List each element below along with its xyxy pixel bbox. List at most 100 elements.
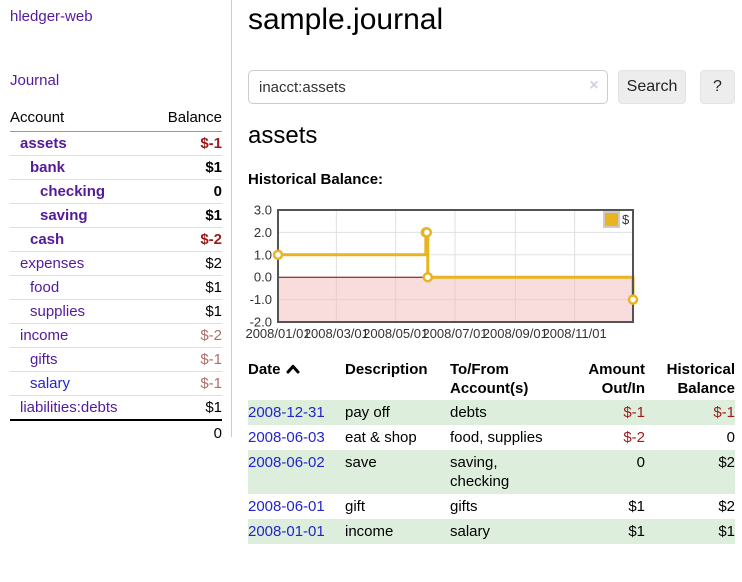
account-balance: $-1 <box>151 348 222 372</box>
register-header-accounts: To/From Account(s) <box>450 358 560 400</box>
account-row: salary $-1 <box>10 372 222 396</box>
account-link-food[interactable]: food <box>30 279 59 296</box>
account-row: saving $1 <box>10 204 222 228</box>
register-header-date-label: Date <box>248 361 281 378</box>
account-row: income $-2 <box>10 324 222 348</box>
account-link-assets[interactable]: assets <box>20 135 67 152</box>
transaction-balance: 0 <box>645 425 735 450</box>
sidebar-item-journal[interactable]: Journal <box>10 72 222 89</box>
transaction-amount: 0 <box>560 450 645 494</box>
account-balance: $1 <box>151 204 222 228</box>
transaction-description: pay off <box>345 400 450 425</box>
account-link-bank[interactable]: bank <box>30 159 65 176</box>
register-row: 2008-06-01giftgifts$1$2 <box>248 494 735 519</box>
transaction-date-link[interactable]: 2008-06-02 <box>248 454 325 471</box>
search-bar: × Search ? <box>248 70 735 104</box>
transaction-date-link[interactable]: 2008-06-01 <box>248 498 325 515</box>
transaction-description: eat & shop <box>345 425 450 450</box>
svg-text:0.0: 0.0 <box>254 270 272 285</box>
register-row: 2008-01-01incomesalary$1$1 <box>248 519 735 544</box>
account-link-gifts[interactable]: gifts <box>30 351 58 368</box>
svg-text:2008/07/01: 2008/07/01 <box>422 326 487 341</box>
transaction-description: save <box>345 450 450 494</box>
account-balance: $-2 <box>151 228 222 252</box>
transaction-date-link[interactable]: 2008-06-03 <box>248 429 325 446</box>
legend-swatch <box>604 212 619 227</box>
account-link-supplies[interactable]: supplies <box>30 303 85 320</box>
svg-text:1.0: 1.0 <box>254 247 272 262</box>
register-header-row: Date Description To/From Account(s) Amou… <box>248 358 735 400</box>
accounts-table: Account Balance assets$-1bank$1checking0… <box>10 106 222 445</box>
account-balance: 0 <box>151 180 222 204</box>
register-row: 2008-06-03 eat & shopfood, supplies$-20 <box>248 425 735 450</box>
search-button[interactable]: Search <box>618 70 686 104</box>
account-balance: $-2 <box>151 324 222 348</box>
help-button[interactable]: ? <box>700 70 735 104</box>
svg-text:2008/11/01: 2008/11/01 <box>543 326 607 341</box>
svg-text:2.0: 2.0 <box>254 225 272 240</box>
register-row: 2008-06-02 savesaving, checking0$2 <box>248 450 735 494</box>
account-link-salary[interactable]: salary <box>30 375 70 392</box>
transaction-balance: $2 <box>645 494 735 519</box>
transaction-date-link[interactable]: 2008-01-01 <box>248 523 325 540</box>
account-balance: $2 <box>151 252 222 276</box>
account-row: checking 0 <box>10 180 222 204</box>
svg-text:2008/01/01: 2008/01/01 <box>245 326 310 341</box>
accounts-total-balance: 0 <box>151 420 222 445</box>
register-header-date: Date <box>248 358 345 400</box>
transaction-balance: $-1 <box>645 400 735 425</box>
accounts-header-account: Account <box>10 106 151 132</box>
account-row: expenses $2 <box>10 252 222 276</box>
transaction-balance: $1 <box>645 519 735 544</box>
transaction-accounts: salary <box>450 519 560 544</box>
account-row: cash $-2 <box>10 228 222 252</box>
sidebar: hledger-web Journal Account Balance asse… <box>0 0 232 437</box>
transaction-date-link[interactable]: 2008-12-31 <box>248 404 325 421</box>
svg-text:2008/09/01: 2008/09/01 <box>483 326 548 341</box>
transaction-accounts: gifts <box>450 494 560 519</box>
sort-ascending-icon <box>286 364 300 374</box>
transaction-description: income <box>345 519 450 544</box>
svg-text:2008/05/01: 2008/05/01 <box>363 326 428 341</box>
search-input[interactable] <box>248 70 608 104</box>
account-link-expenses[interactable]: expenses <box>20 255 84 272</box>
transaction-amount: $-2 <box>560 425 645 450</box>
account-row: assets$-1 <box>10 132 222 156</box>
register-row: 2008-12-31pay offdebts$-1$-1 <box>248 400 735 425</box>
chart-title: Historical Balance: <box>248 171 383 188</box>
register-header-description: Description <box>345 358 450 400</box>
account-row: food $1 <box>10 276 222 300</box>
register-header-amount: Amount Out/In <box>560 358 645 400</box>
account-row: bank $1 <box>10 156 222 180</box>
account-balance: $1 <box>151 276 222 300</box>
historical-balance-chart: $3.02.01.00.0-1.0-2.02008/01/012008/03/0… <box>248 204 714 344</box>
account-page-title: assets <box>248 122 317 150</box>
clear-search-icon[interactable]: × <box>584 77 604 95</box>
page-title: sample.journal <box>248 3 443 37</box>
account-link-cash[interactable]: cash <box>30 231 64 248</box>
account-balance: $1 <box>151 156 222 180</box>
account-balance: $1 <box>151 300 222 324</box>
svg-text:3.0: 3.0 <box>254 203 272 218</box>
transaction-description: gift <box>345 494 450 519</box>
transaction-amount: $-1 <box>560 400 645 425</box>
main-content: sample.journal × Search ? assets Histori… <box>248 0 735 582</box>
transaction-accounts: food, supplies <box>450 425 560 450</box>
account-balance: $-1 <box>151 372 222 396</box>
legend-label: $ <box>622 212 630 227</box>
accounts-total-row: 0 <box>10 420 222 445</box>
register-header-balance: Historical Balance <box>645 358 735 400</box>
account-row: liabilities:debts $1 <box>10 396 222 421</box>
transaction-accounts: debts <box>450 400 560 425</box>
account-link-income[interactable]: income <box>20 327 68 344</box>
account-balance: $1 <box>151 396 222 421</box>
account-link-saving[interactable]: saving <box>40 207 88 224</box>
transaction-accounts: saving, checking <box>450 450 560 494</box>
app-brand-link[interactable]: hledger-web <box>10 8 222 25</box>
accounts-header-balance: Balance <box>151 106 222 132</box>
svg-text:2008/03/01: 2008/03/01 <box>304 326 369 341</box>
transaction-balance: $2 <box>645 450 735 494</box>
account-row: supplies $1 <box>10 300 222 324</box>
account-link-checking[interactable]: checking <box>40 183 105 200</box>
account-link-liabilities-debts[interactable]: liabilities:debts <box>20 399 118 416</box>
